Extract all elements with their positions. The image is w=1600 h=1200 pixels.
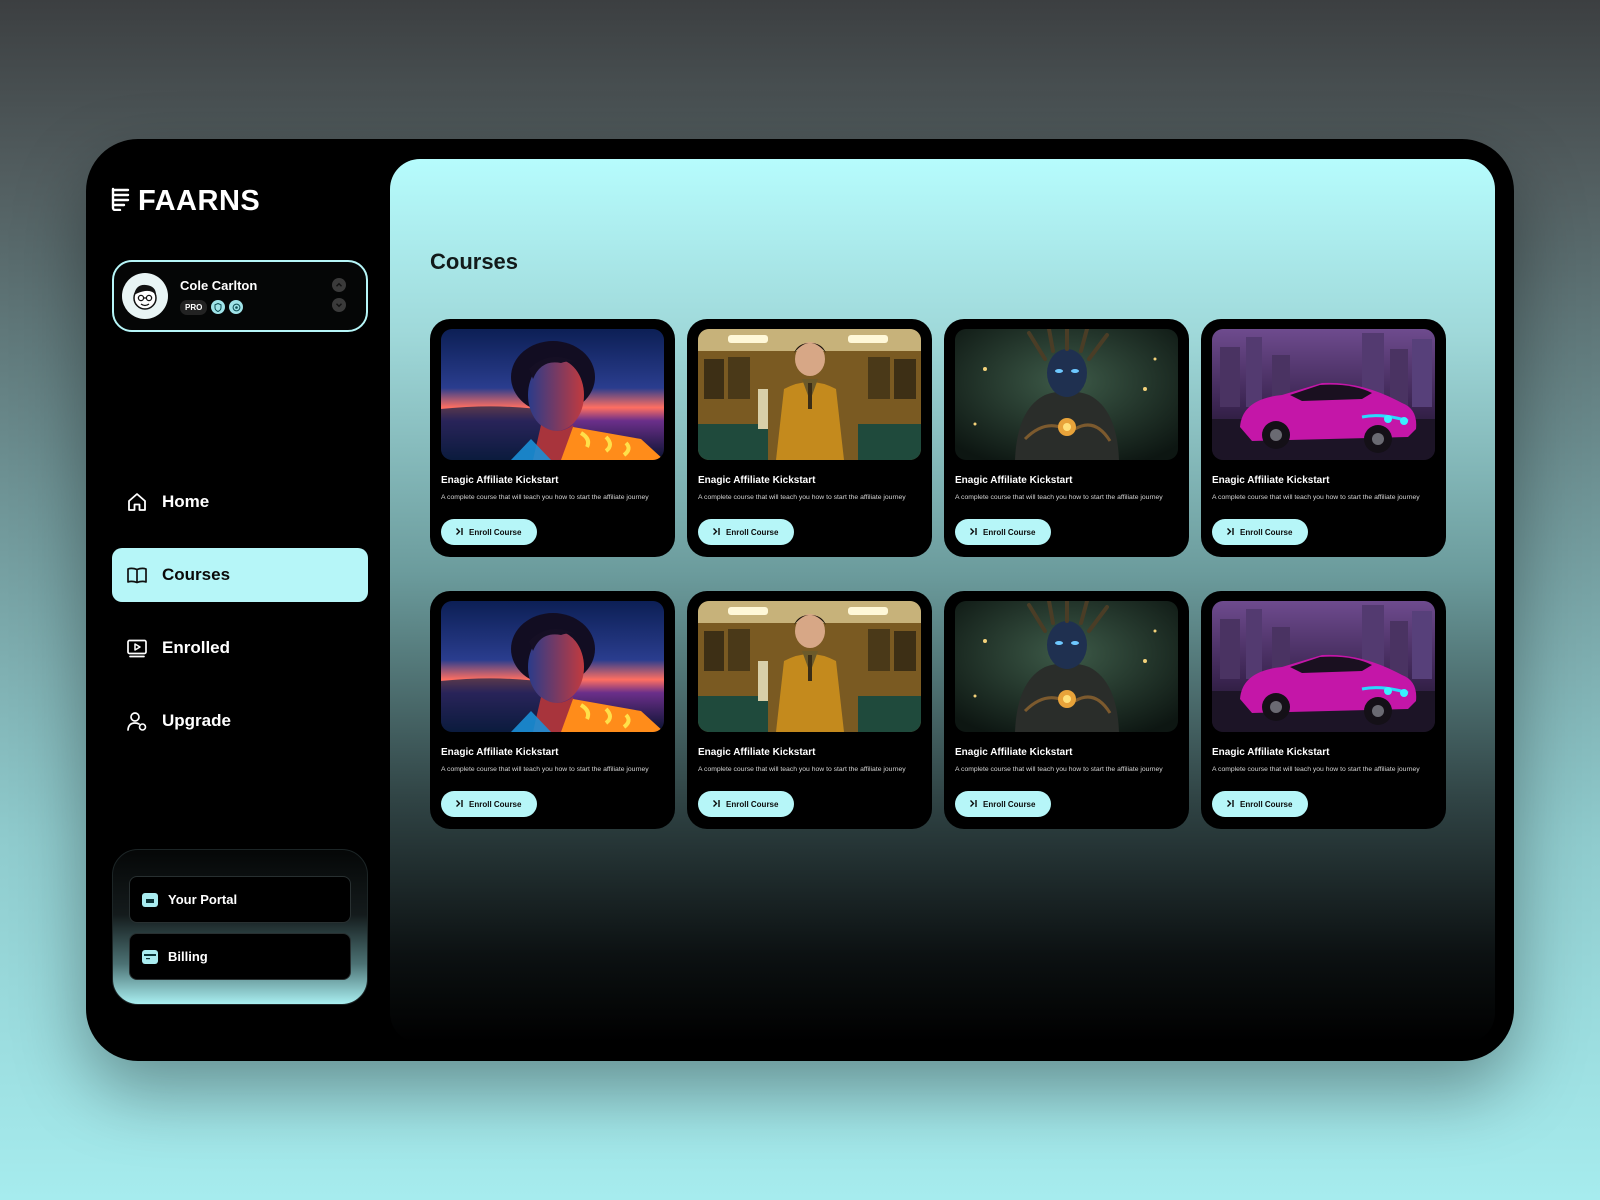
course-thumbnail xyxy=(698,329,921,460)
course-card[interactable]: Enagic Affiliate Kickstart A complete co… xyxy=(944,591,1189,829)
enroll-arrow-icon xyxy=(712,799,721,810)
course-thumbnail xyxy=(1212,601,1435,732)
sidebar-item-upgrade[interactable]: Upgrade xyxy=(112,694,368,748)
enroll-label: Enroll Course xyxy=(1240,527,1293,537)
enroll-label: Enroll Course xyxy=(469,799,522,809)
course-description: A complete course that will teach you ho… xyxy=(441,494,649,501)
enroll-course-button[interactable]: Enroll Course xyxy=(955,791,1052,817)
portal-icon xyxy=(142,892,158,907)
course-grid: Enagic Affiliate Kickstart A complete co… xyxy=(430,319,1446,829)
logo-icon xyxy=(110,187,132,216)
home-icon xyxy=(126,491,148,513)
video-icon xyxy=(126,637,148,659)
course-title: Enagic Affiliate Kickstart xyxy=(955,747,1073,758)
page-title: Courses xyxy=(430,249,519,274)
course-description: A complete course that will teach you ho… xyxy=(1212,494,1420,501)
course-title: Enagic Affiliate Kickstart xyxy=(955,475,1073,486)
pro-badge: PRO xyxy=(180,299,208,315)
sidebar-item-courses[interactable]: Courses xyxy=(112,548,368,602)
app-window: FAARNS Cole Carlton PRO Home Courses Enr… xyxy=(86,139,1514,1061)
sidebar-item-label: Home xyxy=(162,492,210,511)
verified-badge-icon xyxy=(229,300,244,314)
enroll-course-button[interactable]: Enroll Course xyxy=(1212,791,1309,817)
sidebar-item-enrolled[interactable]: Enrolled xyxy=(112,621,368,675)
enroll-arrow-icon xyxy=(1226,527,1235,538)
enroll-label: Enroll Course xyxy=(726,799,779,809)
sidebar-nav: Home Courses Enrolled Upgrade xyxy=(112,475,368,767)
enroll-course-button[interactable]: Enroll Course xyxy=(955,519,1052,545)
course-description: A complete course that will teach you ho… xyxy=(955,766,1163,773)
enroll-course-button[interactable]: Enroll Course xyxy=(698,519,795,545)
course-title: Enagic Affiliate Kickstart xyxy=(698,475,816,486)
course-title: Enagic Affiliate Kickstart xyxy=(1212,747,1330,758)
course-card[interactable]: Enagic Affiliate Kickstart A complete co… xyxy=(430,319,675,557)
main-content: Courses Enagic Affiliate Kickstart A com… xyxy=(390,159,1495,1043)
course-title: Enagic Affiliate Kickstart xyxy=(698,747,816,758)
course-description: A complete course that will teach you ho… xyxy=(698,494,906,501)
avatar xyxy=(122,273,168,319)
profile-switcher[interactable]: Cole Carlton PRO xyxy=(112,260,368,332)
enroll-course-button[interactable]: Enroll Course xyxy=(441,519,538,545)
course-thumbnail xyxy=(698,601,921,732)
sidebar-item-label: Upgrade xyxy=(162,711,231,730)
course-thumbnail xyxy=(441,329,664,460)
enroll-arrow-icon xyxy=(1226,799,1235,810)
course-card[interactable]: Enagic Affiliate Kickstart A complete co… xyxy=(430,591,675,829)
shield-badge-icon xyxy=(211,300,226,314)
enroll-label: Enroll Course xyxy=(726,527,779,537)
course-card[interactable]: Enagic Affiliate Kickstart A complete co… xyxy=(944,319,1189,557)
enroll-label: Enroll Course xyxy=(983,799,1036,809)
enroll-arrow-icon xyxy=(969,799,978,810)
enroll-arrow-icon xyxy=(712,527,721,538)
your-portal-button[interactable]: Your Portal xyxy=(129,876,351,923)
account-panel: Your Portal Billing xyxy=(112,849,368,1005)
course-card[interactable]: Enagic Affiliate Kickstart A complete co… xyxy=(1201,591,1446,829)
chevron-up-icon[interactable] xyxy=(332,278,346,292)
brand-logo[interactable]: FAARNS xyxy=(110,185,260,217)
enroll-label: Enroll Course xyxy=(983,527,1036,537)
course-description: A complete course that will teach you ho… xyxy=(698,766,906,773)
course-thumbnail xyxy=(955,601,1178,732)
course-card[interactable]: Enagic Affiliate Kickstart A complete co… xyxy=(1201,319,1446,557)
user-plus-icon xyxy=(126,710,148,732)
enroll-arrow-icon xyxy=(969,527,978,538)
course-thumbnail xyxy=(441,601,664,732)
enroll-arrow-icon xyxy=(455,799,464,810)
billing-label: Billing xyxy=(168,949,208,964)
book-icon xyxy=(126,564,148,586)
credit-card-icon xyxy=(142,949,158,964)
billing-button[interactable]: Billing xyxy=(129,933,351,980)
your-portal-label: Your Portal xyxy=(168,892,238,907)
enroll-course-button[interactable]: Enroll Course xyxy=(698,791,795,817)
chevron-down-icon[interactable] xyxy=(332,298,346,312)
course-title: Enagic Affiliate Kickstart xyxy=(441,747,559,758)
enroll-course-button[interactable]: Enroll Course xyxy=(441,791,538,817)
sidebar-item-home[interactable]: Home xyxy=(112,475,368,529)
sidebar-item-label: Enrolled xyxy=(162,638,231,657)
sidebar-item-label: Courses xyxy=(162,565,231,584)
course-description: A complete course that will teach you ho… xyxy=(441,766,649,773)
enroll-arrow-icon xyxy=(455,527,464,538)
course-card[interactable]: Enagic Affiliate Kickstart A complete co… xyxy=(687,319,932,557)
course-thumbnail xyxy=(1212,329,1435,460)
enroll-label: Enroll Course xyxy=(1240,799,1293,809)
user-name: Cole Carlton xyxy=(180,277,258,293)
course-description: A complete course that will teach you ho… xyxy=(1212,766,1420,773)
course-title: Enagic Affiliate Kickstart xyxy=(441,475,559,486)
course-title: Enagic Affiliate Kickstart xyxy=(1212,475,1330,486)
course-thumbnail xyxy=(955,329,1178,460)
enroll-label: Enroll Course xyxy=(469,527,522,537)
enroll-course-button[interactable]: Enroll Course xyxy=(1212,519,1309,545)
course-card[interactable]: Enagic Affiliate Kickstart A complete co… xyxy=(687,591,932,829)
brand-name: FAARNS xyxy=(138,184,261,217)
course-description: A complete course that will teach you ho… xyxy=(955,494,1163,501)
